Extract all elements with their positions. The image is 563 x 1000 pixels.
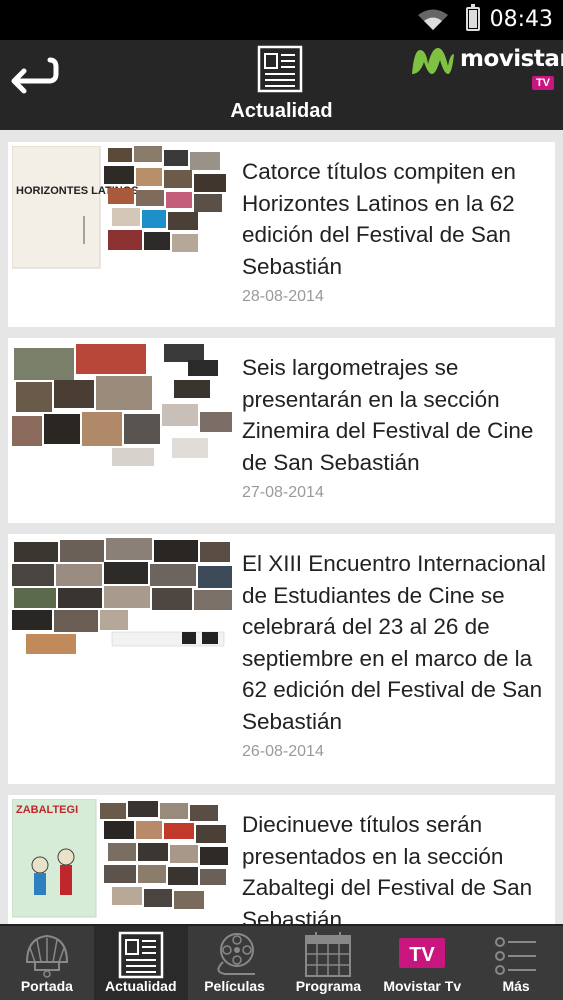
nav-item-peliculas[interactable]: Películas (188, 926, 282, 1000)
nav-label: Portada (20, 978, 73, 994)
news-card[interactable]: El XIII Encuentro Internacional de Estud… (8, 534, 555, 784)
nav-label: Movistar Tv (383, 978, 462, 994)
page-title: Actualidad (230, 100, 333, 122)
nav-item-mas[interactable]: Más (469, 926, 563, 1000)
nav-item-portada[interactable]: Portada (0, 926, 94, 1000)
article-thumbnail (12, 538, 234, 666)
movistar-m-icon (412, 48, 454, 74)
back-arrow-icon[interactable] (6, 50, 62, 96)
nav-label: Actualidad (104, 978, 177, 994)
article-date: 27-08-2014 (242, 484, 324, 501)
shell-icon (25, 934, 68, 978)
status-bar: 08:43 (0, 0, 563, 40)
article-title: Catorce títulos compiten en Horizontes L… (242, 159, 516, 279)
film-reel-icon (217, 933, 255, 975)
tv-icon-badge: TV (409, 944, 435, 966)
tv-icon: TV (399, 938, 446, 968)
bottom-nav: Portada Actualidad Películas Programa TV… (0, 924, 563, 1000)
newspaper-icon (118, 931, 163, 979)
nav-item-programa[interactable]: Programa (281, 926, 375, 1000)
newspaper-icon (257, 45, 303, 93)
movistar-tv-logo: movistar TV (408, 44, 563, 92)
brand-tv-badge: TV (531, 76, 554, 90)
nav-label: Películas (204, 978, 265, 994)
wifi-icon (418, 9, 448, 30)
news-list: HORIZONTES LATINOS Catorce títulos compi… (0, 130, 563, 924)
nav-label: Más (502, 978, 530, 994)
nav-item-movistar-tv[interactable]: TV Movistar Tv (375, 926, 469, 1000)
app-header: Actualidad movistar TV (0, 40, 563, 130)
nav-label: Programa (295, 978, 362, 994)
article-date: 26-08-2014 (242, 743, 324, 760)
calendar-icon (305, 932, 352, 977)
news-card[interactable]: ZABALTEGI Diecinueve títulos serán prese… (8, 795, 555, 924)
article-thumbnail (12, 342, 234, 470)
brand-name: movistar (460, 46, 563, 72)
article-thumbnail: HORIZONTES LATINOS (12, 146, 234, 274)
poster-title: ZABALTEGI (16, 804, 78, 816)
news-card[interactable]: Seis largometrajes se presentarán en la … (8, 338, 555, 523)
article-thumbnail: ZABALTEGI (12, 799, 234, 924)
news-card[interactable]: HORIZONTES LATINOS Catorce títulos compi… (8, 142, 555, 327)
article-title: Seis largometrajes se presentarán en la … (242, 355, 534, 475)
article-title: El XIII Encuentro Internacional de Estud… (242, 551, 546, 734)
battery-icon (466, 4, 480, 31)
article-date: 28-08-2014 (242, 288, 324, 305)
article-title: Diecinueve títulos serán presentados en … (242, 812, 533, 924)
nav-item-actualidad[interactable]: Actualidad (93, 926, 188, 1000)
clock: 08:43 (489, 7, 553, 32)
more-list-icon (495, 937, 537, 975)
